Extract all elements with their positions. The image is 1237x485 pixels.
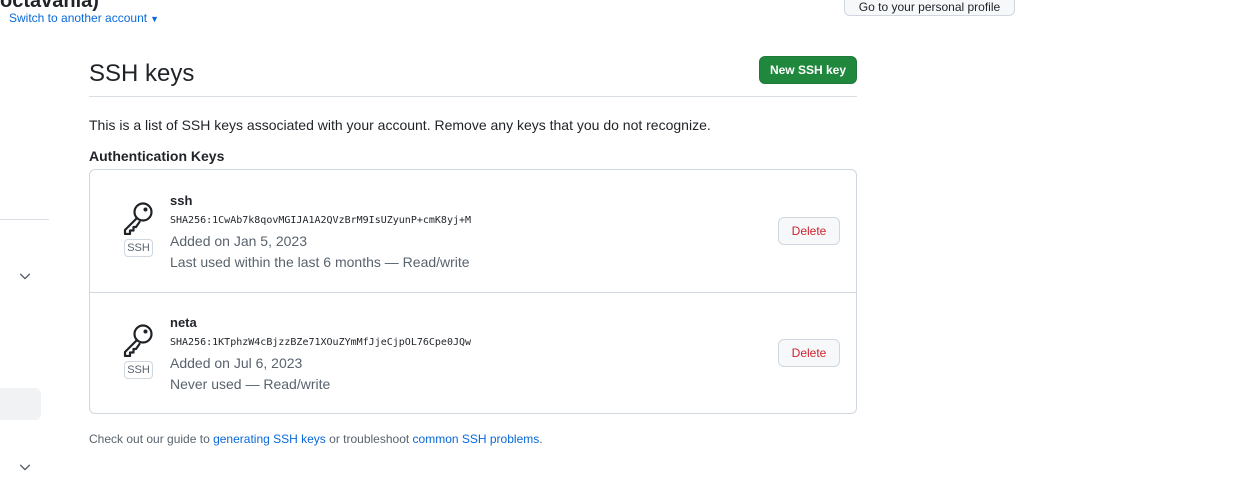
key-details: neta SHA256:1KTphzW4cBjzzBZe71XOuZYmMfJj…: [170, 315, 471, 397]
delete-key-button[interactable]: Delete: [778, 339, 840, 367]
key-details: ssh SHA256:1CwAb7k8qovMGIJA1A2QVzBrM9IsU…: [170, 193, 471, 275]
ssh-badge: SSH: [124, 239, 153, 257]
key-fingerprint: SHA256:1CwAb7k8qovMGIJA1A2QVzBrM9IsUZyun…: [170, 215, 472, 226]
key-icon: [123, 324, 153, 357]
key-usage: Last used within the last 6 months — Rea…: [170, 254, 470, 270]
common-ssh-problems-link[interactable]: common SSH problems: [413, 432, 540, 446]
footer-middle: or troubleshoot: [325, 432, 413, 446]
chevron-down-icon[interactable]: [18, 269, 32, 283]
new-ssh-key-button[interactable]: New SSH key: [759, 56, 857, 84]
key-icon: [123, 202, 153, 235]
switch-account-link[interactable]: Switch to another account ▼: [9, 11, 159, 25]
key-title: neta: [170, 315, 197, 330]
key-added-date: Added on Jan 5, 2023: [170, 233, 308, 249]
ssh-badge: SSH: [124, 361, 153, 379]
footer-help-text: Check out our guide to generating SSH ke…: [89, 432, 543, 446]
intro-text: This is a list of SSH keys associated wi…: [89, 117, 711, 133]
sidebar-divider: [0, 219, 49, 220]
key-fingerprint: SHA256:1KTphzW4cBjzzBZe71XOuZYmMfJjeCjpO…: [170, 337, 472, 348]
key-icon-column: SSH: [121, 323, 157, 379]
key-title: ssh: [170, 193, 193, 208]
generating-ssh-keys-link[interactable]: generating SSH keys: [213, 432, 326, 446]
footer-suffix: .: [539, 432, 543, 446]
chevron-down-icon[interactable]: [18, 460, 32, 474]
page-title: SSH keys: [89, 60, 195, 87]
page-header: SSH keys New SSH key: [89, 56, 857, 97]
key-added-date: Added on Jul 6, 2023: [170, 355, 303, 371]
caret-down-icon: ▼: [150, 14, 160, 24]
personal-profile-button[interactable]: Go to your personal profile: [844, 0, 1015, 16]
key-icon-column: SSH: [121, 201, 157, 257]
ssh-key-item: SSH neta SHA256:1KTphzW4cBjzzBZe71XOuZYm…: [90, 292, 856, 414]
key-usage: Never used — Read/write: [170, 376, 331, 392]
ssh-key-list: SSH ssh SHA256:1CwAb7k8qovMGIJA1A2QVzBrM…: [89, 169, 857, 414]
switch-account-label: Switch to another account: [9, 11, 148, 25]
footer-prefix: Check out our guide to: [89, 432, 214, 446]
ssh-key-item: SSH ssh SHA256:1CwAb7k8qovMGIJA1A2QVzBrM…: [90, 170, 856, 293]
delete-key-button[interactable]: Delete: [778, 217, 840, 245]
section-heading: Authentication Keys: [89, 148, 225, 164]
sidebar-active-item[interactable]: [0, 388, 41, 420]
